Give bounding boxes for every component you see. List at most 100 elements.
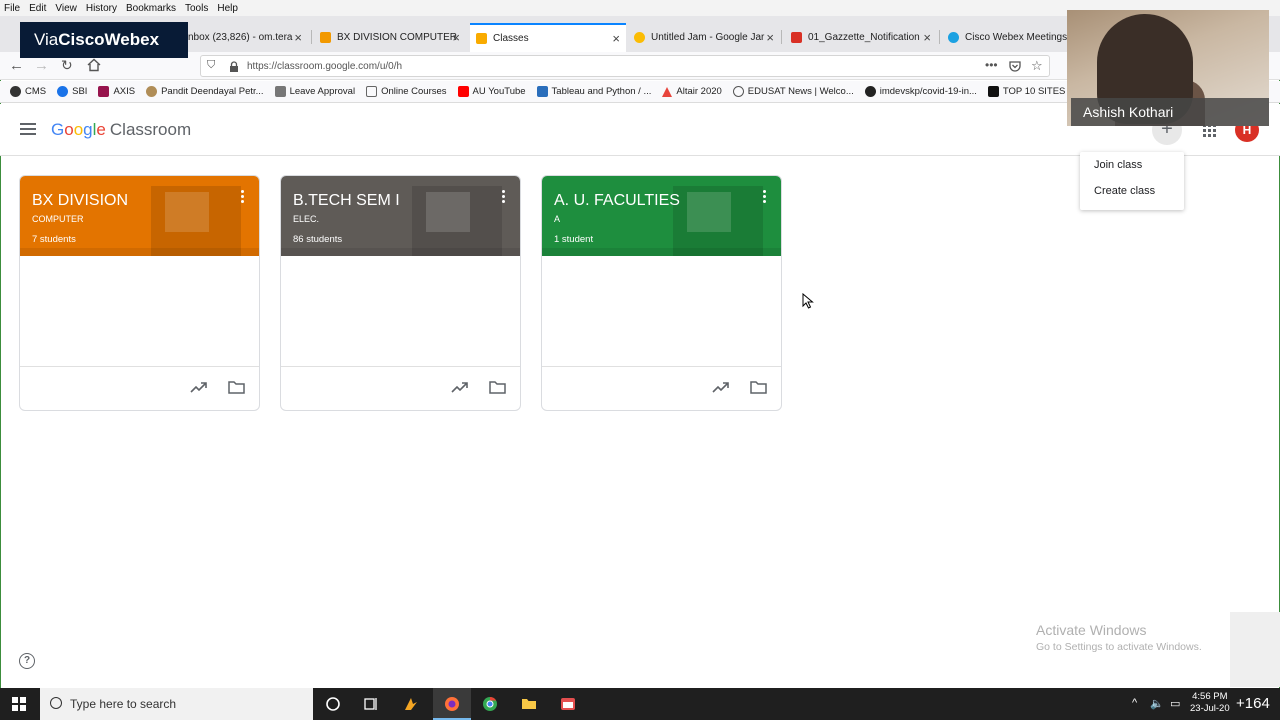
reload-icon[interactable]: ↻ bbox=[61, 57, 73, 74]
taskbar-clock[interactable]: 4:56 PM 23-Jul-20 bbox=[1190, 691, 1230, 715]
menu-help[interactable]: Help bbox=[217, 3, 238, 14]
menu-tools[interactable]: Tools bbox=[185, 3, 208, 14]
tab-inbox-label: nbox (23,826) - om.tera bbox=[188, 32, 293, 43]
class-section: COMPUTER bbox=[32, 214, 84, 224]
bookmark-label: Tableau and Python / ... bbox=[551, 86, 652, 97]
close-icon[interactable]: × bbox=[452, 30, 460, 45]
bookmark-cms[interactable]: CMS bbox=[10, 86, 46, 97]
bookmark-au-youtube[interactable]: AU YouTube bbox=[457, 86, 526, 97]
folder-icon[interactable] bbox=[228, 381, 245, 394]
webex-video-thumbnail[interactable]: Ashish Kothari bbox=[1067, 10, 1269, 126]
class-card[interactable]: B.TECH SEM I ELEC. 86 students bbox=[280, 175, 521, 411]
calendar-app-icon[interactable] bbox=[560, 696, 576, 712]
overlay-counter: +164 bbox=[1236, 695, 1270, 712]
trending-up-icon[interactable] bbox=[712, 380, 730, 394]
globe-icon bbox=[10, 86, 21, 97]
chevron-up-icon[interactable]: ^ bbox=[1132, 697, 1137, 709]
taskbar-search-input[interactable]: Type here to search bbox=[40, 688, 313, 720]
menu-history[interactable]: History bbox=[86, 3, 117, 14]
menu-view[interactable]: View bbox=[55, 3, 77, 14]
folder-icon bbox=[366, 86, 378, 97]
gmail-favicon-icon bbox=[791, 32, 802, 43]
help-icon[interactable]: ? bbox=[19, 653, 35, 669]
card-divider bbox=[542, 366, 781, 367]
back-arrow-icon[interactable]: ← bbox=[9, 57, 24, 74]
more-vert-icon[interactable] bbox=[502, 190, 506, 205]
bookmark-covid[interactable]: imdevskp/covid-19-in... bbox=[864, 86, 977, 97]
bookmark-altair[interactable]: Altair 2020 bbox=[662, 86, 722, 97]
class-student-count: 1 student bbox=[554, 234, 594, 245]
more-vert-icon[interactable] bbox=[241, 190, 245, 205]
task-view-icon[interactable] bbox=[363, 696, 379, 712]
bookmark-sbi[interactable]: SBI bbox=[57, 86, 87, 97]
shield-icon[interactable]: ⛉ bbox=[207, 59, 215, 72]
bookmark-axis[interactable]: AXIS bbox=[98, 86, 135, 97]
class-card[interactable]: BX DIVISION COMPUTER 7 students bbox=[19, 175, 260, 411]
more-vert-icon[interactable] bbox=[763, 190, 767, 205]
tab-bx-division[interactable]: BX DIVISION COMPUTER × bbox=[314, 23, 466, 52]
class-student-count: 7 students bbox=[32, 234, 76, 245]
close-icon[interactable]: × bbox=[612, 31, 620, 46]
class-title[interactable]: BX DIVISION bbox=[32, 192, 128, 210]
close-icon[interactable]: × bbox=[923, 30, 931, 45]
tableau-icon bbox=[536, 86, 548, 97]
tab-untitled-jam[interactable]: Untitled Jam - Google Jar × bbox=[628, 23, 780, 52]
class-card-banner[interactable]: A. U. FACULTIES A 1 student bbox=[542, 176, 781, 256]
folder-icon[interactable] bbox=[750, 381, 767, 394]
bookmark-label: Pandit Deendayal Petr... bbox=[161, 86, 264, 97]
class-section: ELEC. bbox=[293, 214, 320, 224]
bookmark-label: AXIS bbox=[113, 86, 136, 97]
card-divider bbox=[281, 366, 520, 367]
altair-icon bbox=[662, 86, 673, 97]
create-class-item[interactable]: Create class bbox=[1080, 178, 1184, 204]
star-icon[interactable]: ☆ bbox=[1031, 58, 1043, 74]
close-icon[interactable]: × bbox=[766, 30, 774, 45]
file-explorer-icon[interactable] bbox=[521, 696, 537, 712]
windows-start-icon[interactable] bbox=[12, 697, 26, 711]
bookmark-tableau[interactable]: Tableau and Python / ... bbox=[536, 86, 652, 97]
menu-file[interactable]: File bbox=[4, 3, 20, 14]
pocket-icon[interactable] bbox=[1009, 60, 1021, 72]
class-title[interactable]: A. U. FACULTIES bbox=[554, 192, 680, 210]
hamburger-menu-icon[interactable] bbox=[20, 123, 36, 135]
google-classroom-logo[interactable]: Google Classroom bbox=[51, 120, 191, 140]
network-icon[interactable]: ▭ bbox=[1170, 697, 1180, 710]
menu-bookmarks[interactable]: Bookmarks bbox=[126, 3, 176, 14]
more-actions-icon[interactable]: ••• bbox=[985, 58, 998, 72]
tab-gazzette[interactable]: 01_Gazzette_Notification × bbox=[785, 23, 937, 52]
bookmark-online-courses[interactable]: Online Courses bbox=[366, 86, 447, 97]
tab-bx-division-label: BX DIVISION COMPUTER bbox=[337, 32, 458, 43]
tab-webex[interactable]: Cisco Webex Meetings bbox=[942, 23, 1068, 52]
windows-taskbar: Type here to search ^ 🔈 ▭ 4:56 PM 23-Jul… bbox=[0, 688, 1280, 720]
chrome-icon[interactable] bbox=[482, 696, 498, 712]
globe-icon bbox=[732, 86, 744, 97]
cortana-icon[interactable] bbox=[325, 696, 341, 712]
tab-classes[interactable]: Classes × bbox=[470, 23, 626, 52]
folder-icon[interactable] bbox=[489, 381, 506, 394]
home-icon[interactable] bbox=[87, 58, 101, 72]
bookmark-leave-approval[interactable]: Leave Approval bbox=[274, 86, 356, 97]
bookmark-pdpu[interactable]: Pandit Deendayal Petr... bbox=[146, 86, 264, 97]
menu-edit[interactable]: Edit bbox=[29, 3, 46, 14]
url-bar[interactable]: ⛉ https://classroom.google.com/u/0/h •••… bbox=[200, 55, 1050, 77]
class-card-banner[interactable]: BX DIVISION COMPUTER 7 students bbox=[20, 176, 259, 256]
bookmark-label: CMS bbox=[25, 86, 47, 97]
bookmark-edusat[interactable]: EDUSAT News | Welco... bbox=[732, 86, 854, 97]
app-launcher-icon[interactable] bbox=[403, 696, 419, 712]
bookmark-label: Leave Approval bbox=[289, 86, 356, 97]
join-class-item[interactable]: Join class bbox=[1080, 152, 1184, 178]
class-card[interactable]: A. U. FACULTIES A 1 student bbox=[541, 175, 782, 411]
lock-icon[interactable] bbox=[229, 61, 239, 72]
pdpu-icon bbox=[146, 86, 158, 97]
bookmark-label: SBI bbox=[72, 86, 88, 97]
trending-up-icon[interactable] bbox=[451, 380, 469, 394]
class-title[interactable]: B.TECH SEM I bbox=[293, 192, 400, 210]
class-card-banner[interactable]: B.TECH SEM I ELEC. 86 students bbox=[281, 176, 520, 256]
firefox-icon[interactable] bbox=[444, 696, 460, 712]
webex-brand-text: CiscoWebex bbox=[58, 30, 160, 49]
speaker-icon[interactable]: 🔈 bbox=[1150, 697, 1164, 710]
activate-title: Activate Windows bbox=[1036, 622, 1147, 638]
close-icon[interactable]: × bbox=[294, 30, 302, 45]
forward-arrow-icon[interactable]: → bbox=[34, 57, 49, 74]
trending-up-icon[interactable] bbox=[190, 380, 208, 394]
